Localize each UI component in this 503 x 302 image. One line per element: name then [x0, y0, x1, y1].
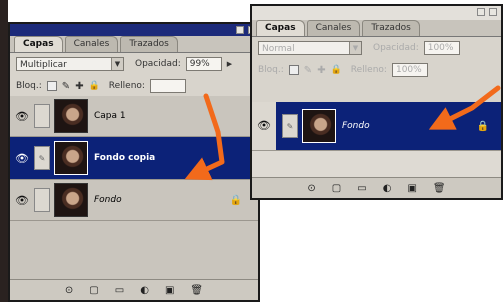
layer-capa-1[interactable]: 👁 Capa 1 [10, 96, 258, 137]
lock-brush-icon[interactable]: ✎ [62, 81, 70, 92]
blend-mode-select[interactable]: Normal ▼ [258, 41, 362, 55]
layer-thumbnail [302, 109, 336, 143]
layers-list: 👁 ✎ Fondo 🔒 [252, 102, 501, 180]
new-layer-icon[interactable]: ▣ [165, 285, 174, 296]
mask-icon[interactable]: ▢ [332, 183, 341, 194]
blend-mode-value: Normal [262, 44, 295, 54]
layer-name: Fondo [94, 195, 122, 205]
opacity-label: Opacidad: [135, 59, 181, 69]
layer-fondo[interactable]: 👁 ✎ Fondo 🔒 [252, 102, 501, 151]
fill-label: Relleno: [350, 65, 387, 75]
lock-all-icon[interactable]: 🔒 [89, 81, 100, 91]
layer-fondo-copia[interactable]: 👁 ✎ Fondo copia [10, 137, 258, 180]
link-cell[interactable] [34, 104, 50, 128]
link-cell[interactable] [34, 188, 50, 212]
panel-tabs: Capas Canales Trazados [252, 20, 501, 37]
new-layer-icon[interactable]: ▣ [407, 183, 416, 194]
panel-bottom-bar: ⊙ ▢ ▭ ◐ ▣ 🗑 [252, 177, 501, 198]
lock-icon: 🔒 [229, 194, 242, 206]
minimize-icon[interactable] [236, 26, 244, 34]
lock-move-icon[interactable]: ✚ [75, 81, 83, 92]
lock-transparency-icon[interactable] [46, 81, 57, 91]
folder-icon[interactable]: ▭ [357, 183, 366, 194]
adjustment-icon[interactable]: ◐ [383, 183, 392, 194]
close-icon[interactable] [489, 8, 497, 16]
lock-brush-icon[interactable]: ✎ [304, 65, 312, 76]
fill-field[interactable]: 100% [391, 63, 428, 77]
blend-row: Normal ▼ Opacidad: 100% [252, 37, 501, 59]
layer-thumbnail [54, 183, 88, 217]
layer-name: Fondo copia [94, 153, 156, 163]
adjustment-icon[interactable]: ◐ [140, 285, 149, 296]
blend-mode-select[interactable]: Multiplicar ▼ [16, 57, 124, 71]
layer-name: Fondo [342, 121, 370, 131]
lock-transparency-icon[interactable] [288, 65, 299, 75]
layers-list: 👁 Capa 1 👁 ✎ Fondo copia 👁 Fondo 🔒 [10, 96, 258, 284]
lock-label: Bloq.: [16, 81, 42, 91]
tab-capas[interactable]: Capas [14, 36, 63, 52]
layers-panel-left: Capas Canales Trazados Multiplicar ▼ Opa… [8, 22, 260, 302]
tab-canales[interactable]: Canales [64, 36, 119, 52]
trash-icon[interactable]: 🗑 [190, 285, 203, 296]
fill-label: Relleno: [108, 81, 145, 91]
folder-icon[interactable]: ▭ [115, 285, 124, 296]
panel-titlebar[interactable] [252, 6, 501, 20]
blend-mode-value: Multiplicar [20, 60, 67, 70]
lock-icon: 🔒 [476, 120, 489, 132]
panel-bottom-bar: ⊙ ▢ ▭ ◐ ▣ 🗑 [10, 279, 258, 300]
opacity-label: Opacidad: [373, 43, 419, 53]
eye-icon[interactable]: 👁 [10, 110, 34, 123]
lock-row: Bloq.: ✎ ✚ 🔒 Relleno: [10, 75, 258, 97]
layer-thumbnail [54, 99, 88, 133]
opacity-field[interactable]: 100% [423, 41, 460, 55]
layer-style-icon[interactable]: ⊙ [307, 183, 315, 194]
background-edge [0, 0, 8, 302]
panel-titlebar[interactable] [10, 24, 258, 36]
blend-row: Multiplicar ▼ Opacidad: 99% ▶ [10, 53, 258, 75]
lock-row: Bloq.: ✎ ✚ 🔒 Relleno: 100% [252, 59, 501, 81]
mask-icon[interactable]: ▢ [89, 285, 98, 296]
lock-move-icon[interactable]: ✚ [317, 65, 325, 76]
eye-icon[interactable]: 👁 [10, 152, 34, 165]
lock-all-icon[interactable]: 🔒 [331, 65, 342, 75]
eye-icon[interactable]: 👁 [10, 194, 34, 207]
layer-name: Capa 1 [94, 111, 126, 121]
fill-field[interactable] [149, 79, 186, 93]
minimize-icon[interactable] [477, 8, 485, 16]
layers-panel-right: Capas Canales Trazados Normal ▼ Opacidad… [250, 4, 503, 200]
layer-fondo[interactable]: 👁 Fondo 🔒 [10, 180, 258, 221]
chevron-down-icon: ▼ [111, 58, 123, 70]
tab-trazados[interactable]: Trazados [120, 36, 178, 52]
brush-icon[interactable]: ✎ [34, 146, 50, 170]
trash-icon[interactable]: 🗑 [433, 183, 446, 194]
tab-capas[interactable]: Capas [256, 20, 305, 36]
brush-icon[interactable]: ✎ [282, 114, 298, 138]
tab-canales[interactable]: Canales [306, 20, 361, 36]
chevron-down-icon: ▼ [349, 42, 361, 54]
opacity-arrow-icon[interactable]: ▶ [227, 60, 232, 68]
panel-tabs: Capas Canales Trazados [10, 36, 258, 53]
layer-style-icon[interactable]: ⊙ [65, 285, 73, 296]
lock-label: Bloq.: [258, 65, 284, 75]
layer-thumbnail [54, 141, 88, 175]
eye-icon[interactable]: 👁 [252, 102, 276, 150]
tab-trazados[interactable]: Trazados [362, 20, 420, 36]
opacity-field[interactable]: 99% [185, 57, 222, 71]
